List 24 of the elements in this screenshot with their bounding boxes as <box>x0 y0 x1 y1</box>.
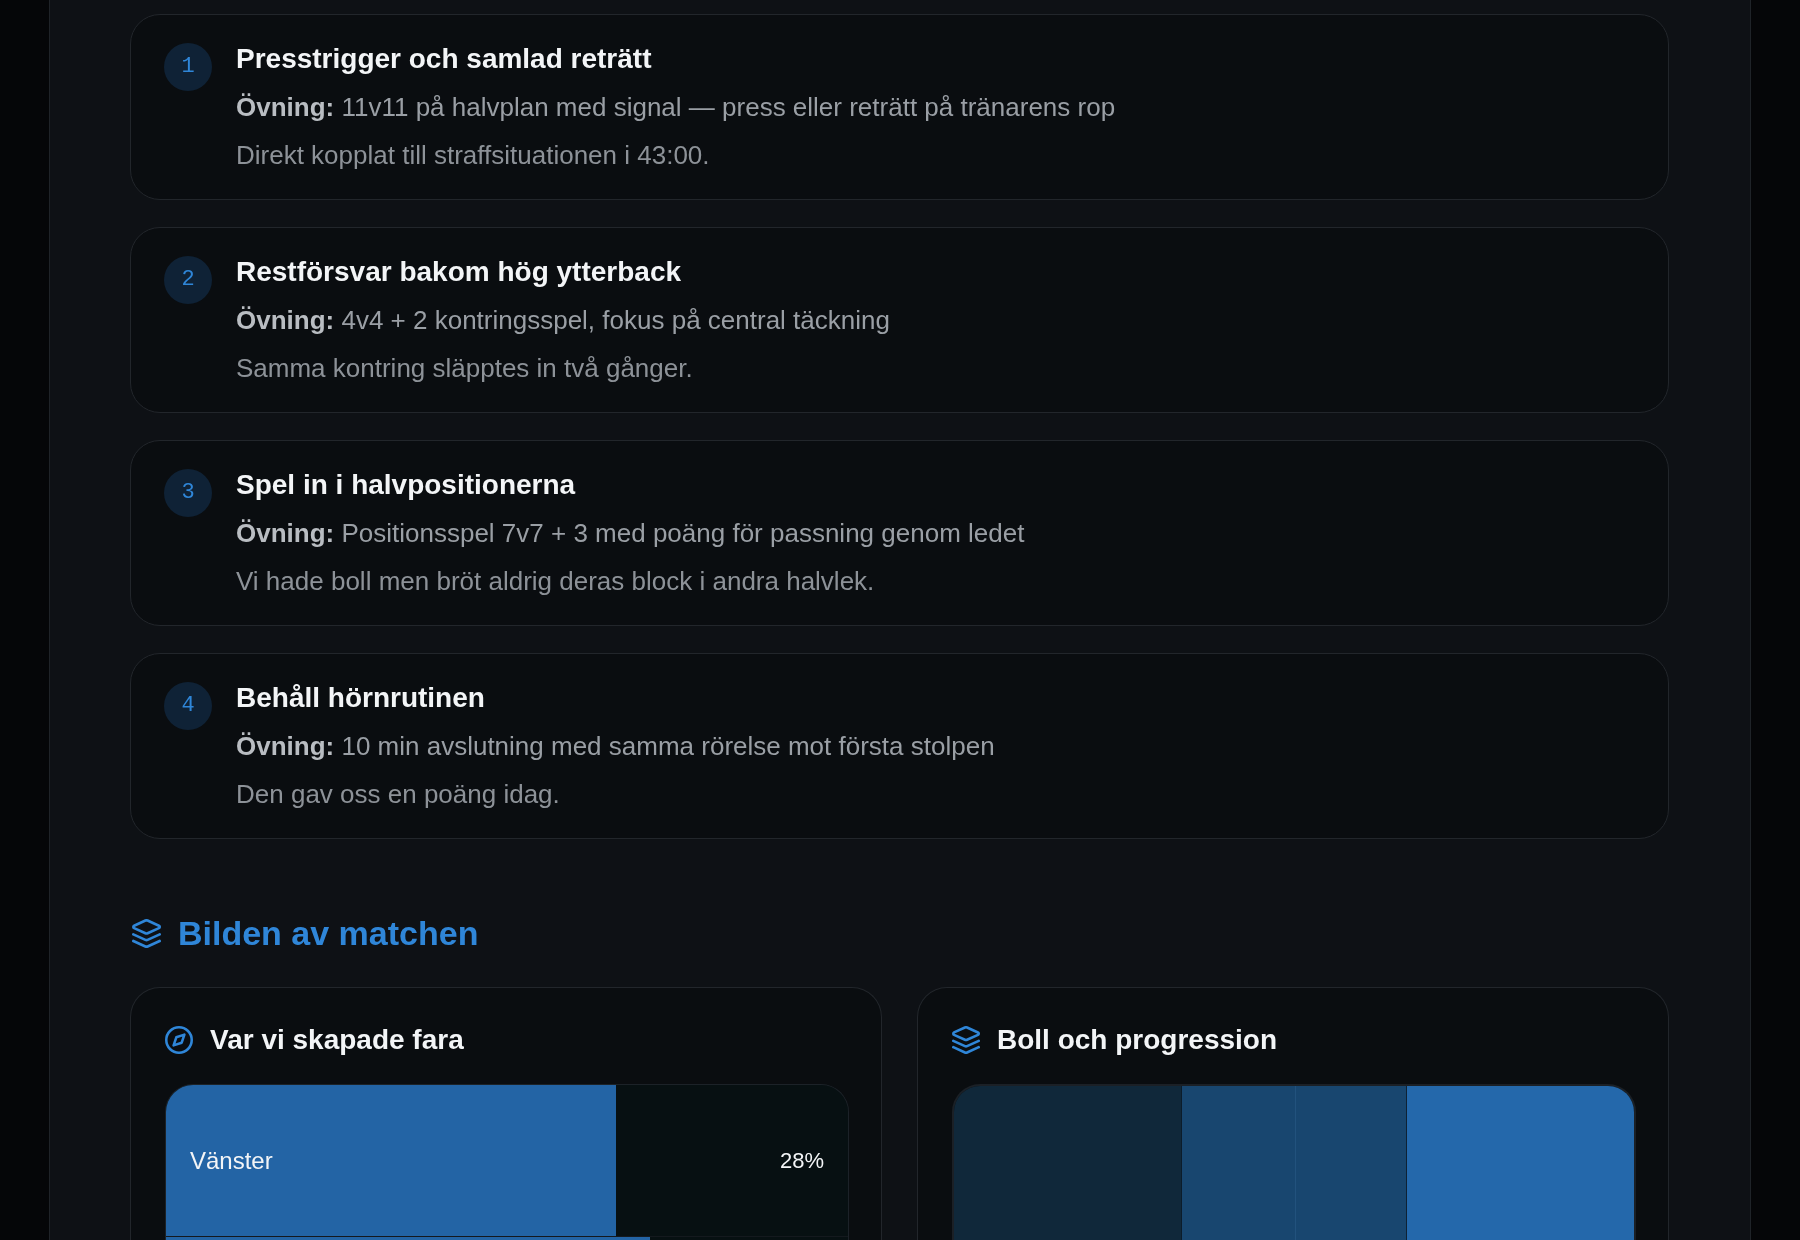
note-text: Direkt kopplat till straffsituationen i 43:00. <box>236 139 711 172</box>
layers-icon <box>952 1026 980 1054</box>
step-number: 4 <box>164 682 212 730</box>
exercise-text: Övning: 4v4 + 2 kontringsspel, fokus på central täckning <box>236 304 890 337</box>
focus-title: Behåll hörnrutinen <box>236 681 486 715</box>
step-number: 2 <box>164 256 212 304</box>
exercise-text: Övning: Positionsspel 7v7 + 3 med poäng för passning genom ledet <box>236 517 1025 550</box>
focus-title: Restförsvar bakom hög ytterback <box>236 255 683 289</box>
note-text: Vi hade boll men bröt aldrig deras block i andra halvlek. <box>236 565 876 598</box>
exercise-text: Övning: 10 min avslutning med samma rörelse mot första stolpen <box>236 730 995 763</box>
chart-title: Var vi skapade fara <box>210 1023 464 1057</box>
exercise-text: Övning: 11v11 på halvplan med signal — press eller reträtt på tränarens rop <box>236 91 1116 124</box>
step-number: 3 <box>164 469 212 517</box>
zone-label: Vänster <box>190 1145 273 1176</box>
layers-icon <box>132 918 161 948</box>
section-heading: Bilden av matchen <box>178 913 479 954</box>
step-number: 1 <box>164 43 212 91</box>
zone-percentage: 28% <box>779 1146 824 1175</box>
compass-icon <box>165 1026 193 1054</box>
focus-title: Spel in i halvpositionerna <box>236 468 577 502</box>
chart-title: Boll och progression <box>997 1023 1278 1057</box>
note-text: Den gav oss en poäng idag. <box>236 778 561 811</box>
focus-title: Presstrigger och samlad reträtt <box>236 42 653 76</box>
note-text: Samma kontring släpptes in två gånger. <box>236 352 694 385</box>
